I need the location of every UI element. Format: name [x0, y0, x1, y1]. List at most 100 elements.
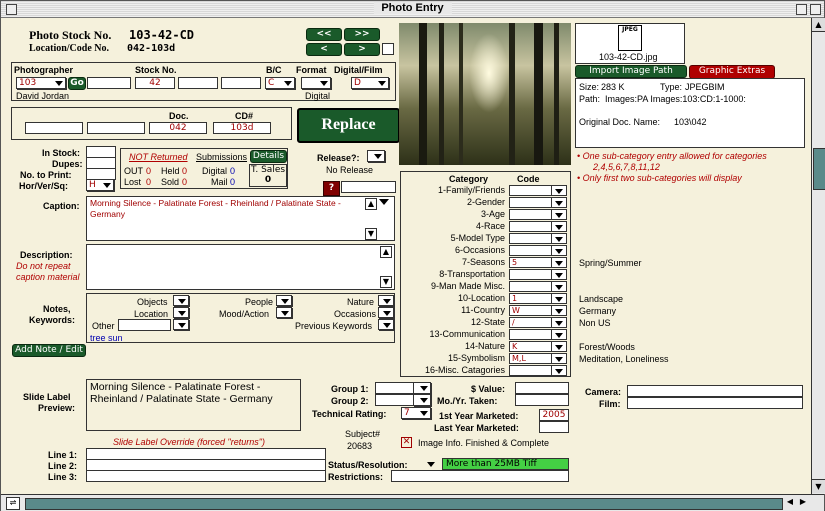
doc-field[interactable]: 042: [149, 122, 207, 134]
caption-scroll-down-icon[interactable]: ▼: [365, 228, 377, 240]
stock-extra-field-2[interactable]: [221, 77, 261, 89]
category-dropdown-icon[interactable]: [551, 305, 567, 316]
stock-no-field[interactable]: 42: [135, 77, 175, 89]
category-code-field[interactable]: 1: [509, 293, 554, 304]
category-dropdown-icon[interactable]: [551, 329, 567, 340]
photographer-select[interactable]: 103: [16, 77, 66, 89]
doc-extra-field-2[interactable]: [87, 122, 145, 134]
category-dropdown-icon[interactable]: [551, 269, 567, 280]
first-record-button[interactable]: <<: [306, 28, 342, 41]
other-field[interactable]: [118, 319, 171, 331]
category-dropdown-icon[interactable]: [551, 233, 567, 244]
vertical-scrollbar[interactable]: ▲ ▼: [811, 18, 825, 494]
scroll-down-icon[interactable]: ▼: [812, 479, 825, 493]
category-dropdown-icon[interactable]: [551, 221, 567, 232]
category-code-field[interactable]: [509, 365, 554, 376]
category-dropdown-icon[interactable]: [551, 197, 567, 208]
previous-keywords-select[interactable]: [378, 319, 394, 330]
category-dropdown-icon[interactable]: [551, 365, 567, 376]
camera-field[interactable]: [627, 385, 803, 397]
line3-field[interactable]: [86, 470, 326, 482]
bc-select[interactable]: C: [265, 77, 295, 89]
prev-record-button[interactable]: <: [306, 43, 342, 56]
nature-kw-select[interactable]: [378, 295, 394, 306]
category-code-field[interactable]: [509, 281, 554, 292]
release-select[interactable]: [367, 150, 385, 162]
group1-field[interactable]: [375, 382, 415, 394]
people-select[interactable]: [276, 295, 292, 306]
close-box-icon[interactable]: [6, 4, 17, 15]
last-record-button[interactable]: >>: [344, 28, 380, 41]
orientation-select[interactable]: H: [86, 179, 114, 191]
group2-field[interactable]: [375, 394, 415, 406]
category-dropdown-icon[interactable]: [551, 245, 567, 256]
category-dropdown-icon[interactable]: [551, 341, 567, 352]
finished-checkbox[interactable]: ✕: [401, 437, 412, 448]
jpeg-file-icon[interactable]: JPEG: [618, 25, 642, 51]
category-code-field[interactable]: /: [509, 317, 554, 328]
help-button[interactable]: ?: [323, 181, 340, 196]
cd-field[interactable]: 103d: [213, 122, 271, 134]
category-dropdown-icon[interactable]: [551, 257, 567, 268]
caption-scroll-up-icon[interactable]: ▲: [365, 198, 377, 210]
category-dropdown-icon[interactable]: [551, 317, 567, 328]
zoom-box-icon[interactable]: [796, 4, 807, 15]
category-code-field[interactable]: [509, 329, 554, 340]
release-field[interactable]: [341, 181, 396, 193]
details-button[interactable]: Details: [250, 150, 287, 163]
taken-field[interactable]: [515, 394, 569, 406]
restrictions-field[interactable]: [391, 470, 569, 482]
category-code-field[interactable]: [509, 221, 554, 232]
status-value[interactable]: More than 25MB Tiff: [442, 458, 569, 470]
category-code-field[interactable]: 5: [509, 257, 554, 268]
category-code-field[interactable]: [509, 185, 554, 196]
scroll-right-icon[interactable]: ▶: [797, 497, 809, 508]
description-scroll-up-icon[interactable]: ▲: [380, 246, 392, 258]
category-code-field[interactable]: [509, 233, 554, 244]
category-code-field[interactable]: [509, 209, 554, 220]
category-dropdown-icon[interactable]: [551, 209, 567, 220]
collapse-box-icon[interactable]: [810, 4, 821, 15]
status-dropdown-icon[interactable]: [427, 462, 435, 467]
objects-select[interactable]: [173, 295, 189, 306]
category-dropdown-icon[interactable]: [551, 353, 567, 364]
stock-prefix-field[interactable]: [87, 77, 131, 89]
category-code-field[interactable]: [509, 245, 554, 256]
category-code-field[interactable]: [509, 269, 554, 280]
location-kw-select[interactable]: [173, 307, 189, 318]
digital-film-select[interactable]: D: [351, 77, 389, 89]
scroll-up-icon[interactable]: ▲: [812, 18, 825, 32]
zoom-control-icon[interactable]: ⇌: [6, 497, 20, 510]
doc-extra-field-1[interactable]: [25, 122, 83, 134]
description-scroll-down-icon[interactable]: ▼: [380, 276, 392, 288]
category-dropdown-icon[interactable]: [551, 281, 567, 292]
caption-dropdown-icon[interactable]: [379, 199, 389, 205]
horizontal-scroll-thumb[interactable]: [25, 498, 783, 510]
caption-field[interactable]: Morning Silence - Palatinate Forest - Rh…: [86, 196, 395, 241]
format-select[interactable]: [301, 77, 331, 89]
graphic-extras-button[interactable]: Graphic Extras: [689, 65, 775, 79]
group2-select[interactable]: [413, 394, 431, 406]
category-dropdown-icon[interactable]: [551, 293, 567, 304]
first-year-field[interactable]: 2005: [539, 409, 569, 421]
add-note-edit-button[interactable]: Add Note / Edit: [12, 344, 86, 357]
scroll-left-icon[interactable]: ◀: [784, 497, 796, 508]
horizontal-scrollbar[interactable]: ⇌ ◀ ▶: [1, 494, 824, 511]
category-code-field[interactable]: M,L: [509, 353, 554, 364]
import-image-path-button[interactable]: Import Image Path: [575, 65, 687, 78]
film-field[interactable]: [627, 397, 803, 409]
title-bar[interactable]: Photo Entry: [1, 1, 824, 18]
checkbox[interactable]: [382, 43, 394, 55]
other-select[interactable]: [173, 319, 189, 330]
technical-rating-select[interactable]: 7: [401, 407, 431, 419]
group1-select[interactable]: [413, 382, 431, 394]
replace-button[interactable]: Replace: [297, 108, 400, 143]
go-button[interactable]: Go: [68, 77, 86, 90]
category-code-field[interactable]: K: [509, 341, 554, 352]
value-field[interactable]: [515, 382, 569, 394]
occasions-kw-select[interactable]: [378, 307, 394, 318]
category-code-field[interactable]: W: [509, 305, 554, 316]
category-code-field[interactable]: [509, 197, 554, 208]
description-field[interactable]: ▲ ▼: [86, 244, 395, 290]
last-year-field[interactable]: [539, 421, 569, 433]
